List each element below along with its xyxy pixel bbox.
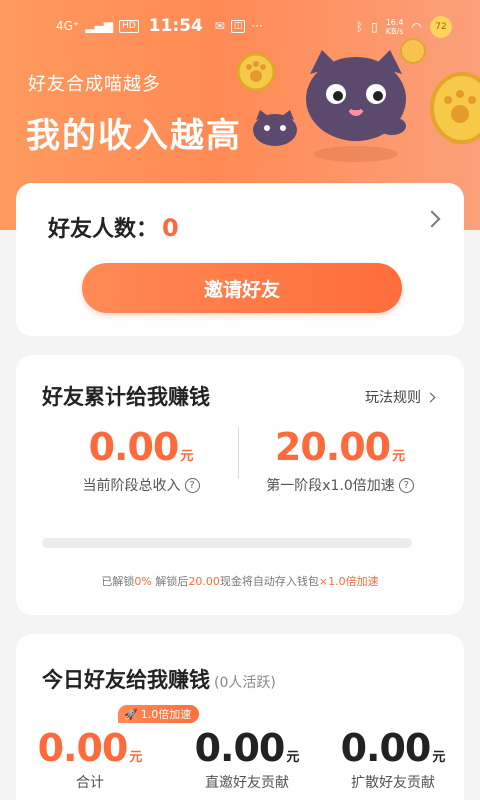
speed-unit: KB/s bbox=[385, 27, 404, 36]
direct-invite-unit: 元 bbox=[286, 750, 300, 765]
spread-friends-contribution: 0.00 元 扩散好友贡献 bbox=[328, 726, 458, 792]
unlock-percent: 0% bbox=[134, 575, 152, 588]
today-total-unit: 元 bbox=[129, 750, 143, 765]
boost-badge-label: 1.0倍加速 bbox=[140, 708, 192, 721]
direct-invite-label: 直邀好友贡献 bbox=[205, 775, 289, 791]
spread-friends-value: 0.00 bbox=[340, 726, 432, 770]
hero-title: 我的收入越高 bbox=[26, 116, 242, 156]
bluetooth-icon: ᛒ bbox=[355, 20, 364, 34]
coin-paw-icon bbox=[236, 52, 276, 92]
cumulative-earnings-card: 好友累计给我赚钱 玩法规则 0.00 元 当前阶段总收入? 20.00 元 第一阶段… bbox=[16, 355, 464, 615]
current-stage-income-label: 当前阶段总收入 bbox=[82, 478, 181, 494]
help-icon[interactable]: ? bbox=[398, 477, 414, 493]
hero-subtitle: 好友合成喵越多 bbox=[28, 74, 161, 95]
battery-icon: 72 bbox=[430, 16, 452, 38]
signal-icon: ▂▄▆ bbox=[85, 19, 113, 33]
unlock-note: 已解锁0% 解锁后20.00现金将自动存入钱包×1.0倍加速 bbox=[16, 573, 464, 589]
app-notification-icon: ◫ bbox=[230, 19, 246, 33]
chevron-right-icon[interactable] bbox=[423, 210, 441, 228]
stage-target: 20.00 元 第一阶段x1.0倍加速? bbox=[250, 425, 430, 495]
unlock-note-part: 已解锁 bbox=[101, 575, 135, 588]
hd-badge: HD bbox=[118, 19, 139, 33]
vibrate-icon: ▯ bbox=[371, 20, 378, 34]
chevron-right-icon bbox=[425, 392, 436, 402]
today-earnings-heading: 今日好友给我赚钱 (0人活跃) bbox=[42, 664, 276, 694]
spread-friends-unit: 元 bbox=[432, 750, 446, 765]
unlock-amount: 20.00 bbox=[188, 575, 220, 588]
rules-link-label: 玩法规则 bbox=[365, 390, 421, 406]
more-icon: ··· bbox=[251, 19, 263, 33]
wifi-icon: ◠ bbox=[411, 20, 422, 34]
small-cat-icon bbox=[253, 110, 297, 146]
friends-card: 好友人数： 0 邀请好友 bbox=[16, 183, 464, 336]
today-total-value: 0.00 bbox=[37, 726, 129, 770]
network-speed: 16.4 KB/s bbox=[386, 18, 404, 36]
boost-badge: 🚀 1.0倍加速 bbox=[118, 705, 200, 723]
stage-target-value: 20.00 bbox=[274, 425, 391, 469]
direct-invite-value: 0.00 bbox=[194, 726, 286, 770]
rocket-icon: 🚀 bbox=[124, 707, 138, 721]
coin-paw-icon bbox=[430, 72, 480, 144]
rules-link[interactable]: 玩法规则 bbox=[365, 387, 436, 407]
today-earnings-card: 今日好友给我赚钱 (0人活跃) 🚀 1.0倍加速 0.00 元 合计 0.00 元 直邀… bbox=[16, 634, 464, 800]
unlock-progress-bar bbox=[42, 538, 412, 548]
unlock-multiplier: ×1.0倍加速 bbox=[318, 575, 379, 588]
invite-friends-button[interactable]: 邀请好友 bbox=[82, 263, 402, 313]
cat-mascot-icon bbox=[306, 50, 406, 162]
today-earnings-title: 今日好友给我赚钱 bbox=[42, 668, 210, 692]
current-stage-income: 0.00 元 当前阶段总收入? bbox=[66, 425, 216, 495]
spread-friends-label: 扩散好友贡献 bbox=[351, 775, 435, 791]
today-total-label: 合计 bbox=[76, 775, 104, 791]
divider bbox=[238, 427, 239, 479]
unlock-note-part: 解锁后 bbox=[151, 575, 189, 588]
unlock-note-part: 现金将自动存入钱包 bbox=[219, 575, 319, 588]
network-indicator: 4G⁺ bbox=[56, 19, 80, 33]
current-stage-income-unit: 元 bbox=[180, 449, 194, 464]
stage-target-unit: 元 bbox=[392, 449, 406, 464]
direct-invite-contribution: 0.00 元 直邀好友贡献 bbox=[182, 726, 312, 792]
stage-target-label: 第一阶段x1.0倍加速 bbox=[266, 478, 395, 494]
active-friends-count: (0人活跃) bbox=[214, 675, 276, 691]
friends-count-value: 0 bbox=[162, 214, 179, 242]
status-time: 11:54 bbox=[148, 16, 203, 36]
friends-count-label: 好友人数： bbox=[48, 217, 159, 242]
message-icon: ✉ bbox=[214, 19, 225, 33]
today-total: 0.00 元 合计 bbox=[30, 726, 150, 792]
speed-value: 16.4 bbox=[385, 18, 404, 27]
current-stage-income-value: 0.00 bbox=[88, 425, 180, 469]
cumulative-earnings-title: 好友累计给我赚钱 bbox=[42, 385, 210, 409]
friends-count-row[interactable]: 好友人数： 0 bbox=[48, 211, 179, 243]
help-icon[interactable]: ? bbox=[184, 477, 200, 493]
